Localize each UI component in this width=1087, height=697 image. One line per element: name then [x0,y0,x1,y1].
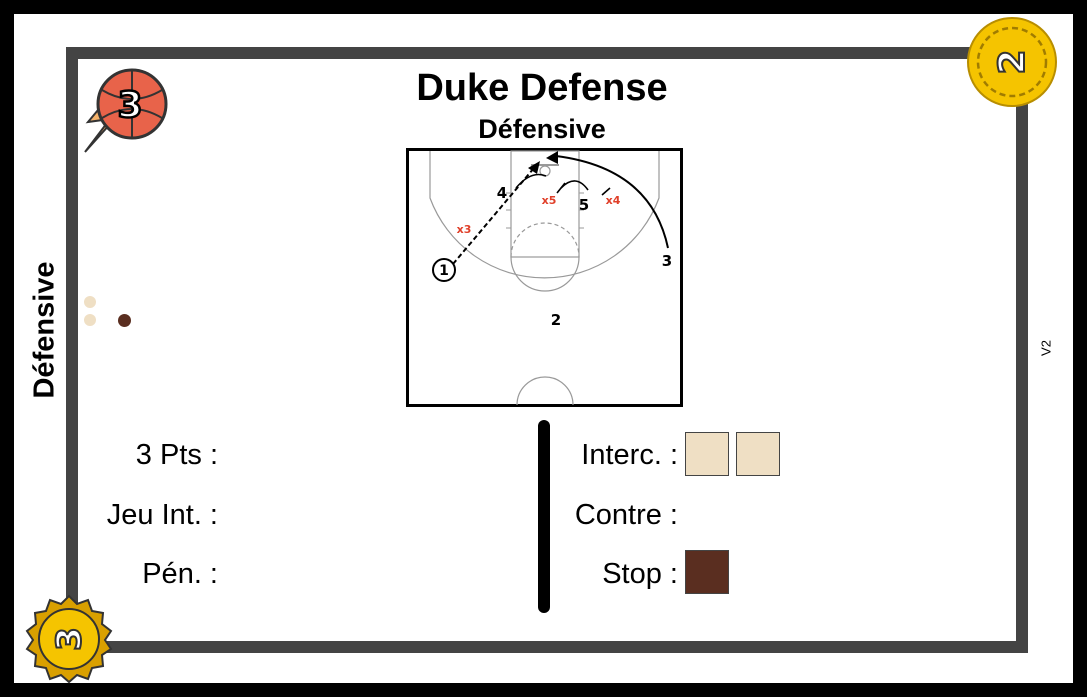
top-right-badge-value: 2 [992,49,1033,74]
dot-2 [84,314,96,326]
defender-x4: x4 [606,194,621,207]
card-title: Duke Defense [416,67,668,109]
basketball-flame-icon: 3 [84,68,168,153]
player-5: 5 [579,196,589,214]
player-2: 2 [551,311,561,329]
defender-x5: x5 [542,194,557,207]
bottom-left-badge-value: 3 [50,627,90,651]
interception-box-1 [685,432,729,476]
player-1: 1 [439,263,449,279]
player-4: 4 [497,184,507,202]
stat-penetration-label: Pén. : [142,558,218,590]
gold-coin-icon: 2 [967,17,1057,107]
top-left-badge-value: 3 [117,85,142,126]
interception-box-2 [736,432,780,476]
stat-three-points-label: 3 Pts : [135,439,218,471]
stat-block-label: Contre : [574,499,678,531]
stat-interception-label: Interc. : [581,439,678,471]
dot-1 [84,296,96,308]
gold-medal-icon: 3 [25,594,113,684]
play-diagram: 1 2 3 4 5 x3 x4 x5 [406,148,683,407]
version-label: V2 [1038,340,1054,356]
stat-stop-label: Stop : [602,558,678,590]
stop-box-1 [685,550,729,594]
side-label: Défensive [28,261,61,399]
stat-inside-game-label: Jeu Int. : [106,499,218,531]
card-subtitle: Défensive [478,114,606,144]
defender-x3: x3 [457,223,472,236]
dot-3 [118,314,131,327]
player-3: 3 [662,252,672,270]
